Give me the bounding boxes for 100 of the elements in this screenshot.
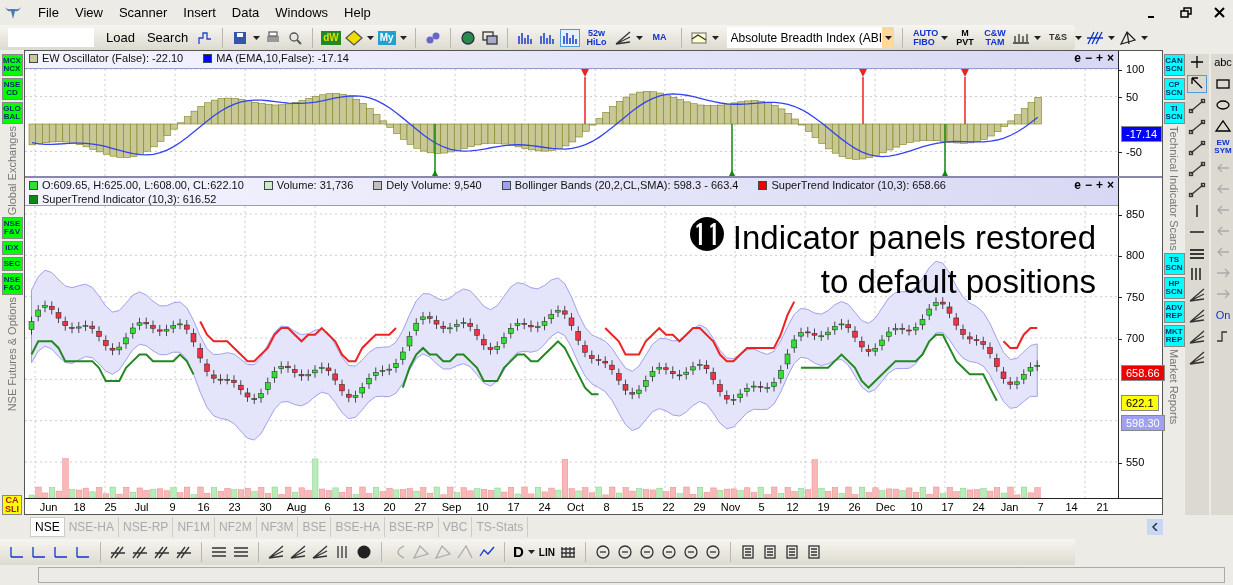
tool-button[interactable]: T&S <box>1045 33 1071 42</box>
panel-control[interactable]: e <box>1074 178 1081 192</box>
menu-item[interactable]: Insert <box>183 2 216 23</box>
text-tool-button[interactable]: abc <box>1214 54 1232 71</box>
panel-control[interactable]: − <box>1084 51 1092 65</box>
tab[interactable]: NSE <box>30 517 65 537</box>
measure-icon[interactable] <box>8 544 26 560</box>
fan-lines-icon[interactable] <box>1188 350 1206 366</box>
dropdown-caret-icon[interactable] <box>399 35 407 40</box>
measure-icon[interactable] <box>52 544 70 560</box>
panel-button[interactable]: TI SCN <box>1163 102 1185 124</box>
date-label: 10 <box>475 500 490 515</box>
tool-button[interactable]: EW SYM <box>1214 138 1232 155</box>
date-label: 17 <box>506 500 521 515</box>
windows-icon[interactable] <box>480 29 499 46</box>
pitchfork-icon[interactable] <box>153 544 171 560</box>
panel-button[interactable]: IDX <box>1 241 23 256</box>
vertical-label[interactable]: Technical Indicator Scans <box>1161 126 1187 251</box>
dropdown-caret-icon[interactable] <box>1141 35 1148 40</box>
panel-control[interactable]: − <box>1084 178 1092 192</box>
chart-overlay-icon[interactable] <box>689 29 708 46</box>
panel-control[interactable]: + <box>1095 178 1103 192</box>
panel-button[interactable]: MKT REP <box>1163 324 1185 347</box>
panel-control[interactable]: + <box>1095 51 1103 65</box>
date-label: 27 <box>413 500 428 515</box>
date-label: 20 <box>382 500 397 515</box>
zoom-out-icon[interactable] <box>659 544 678 560</box>
vertical-label[interactable]: NSE Futures & Options <box>0 297 25 412</box>
dropdown-caret-icon[interactable] <box>1075 35 1082 40</box>
date-label: 26 <box>847 500 862 515</box>
panel-button[interactable]: CA SLI <box>2 495 22 515</box>
shape-tool-icon[interactable] <box>1119 29 1137 46</box>
menu-item[interactable]: View <box>74 2 103 23</box>
panel-button[interactable]: GLO BAL <box>1 102 23 124</box>
grid-icon[interactable] <box>558 544 577 560</box>
tool-button[interactable]: MA <box>646 33 673 42</box>
vertical-label[interactable]: Global Exchanges <box>0 126 25 216</box>
lines-icon[interactable] <box>613 29 632 46</box>
line-tool-icon[interactable] <box>1188 98 1206 114</box>
crosshair-icon[interactable] <box>1188 54 1206 70</box>
panel-button[interactable]: HP SCN <box>1163 276 1185 299</box>
pitchfork-icon[interactable] <box>109 544 127 560</box>
axis-label: 50 <box>1119 90 1139 103</box>
panel-control[interactable]: × <box>1107 178 1114 192</box>
grid-lines-icon[interactable] <box>1086 29 1104 46</box>
menu-item[interactable]: Help <box>344 2 371 23</box>
panel-button[interactable]: CAN SCN <box>1163 54 1185 76</box>
panel-button[interactable]: ADV REP <box>1163 300 1185 323</box>
measure-icon[interactable] <box>30 544 48 560</box>
tool-button[interactable]: C&W TAM <box>982 28 1008 47</box>
line-tool-icon[interactable] <box>1188 119 1206 135</box>
dropdown-caret-icon[interactable] <box>941 35 948 40</box>
panel-button[interactable]: NSE F&O <box>1 273 23 296</box>
line-tool-icon[interactable] <box>1188 140 1206 156</box>
indicator-select[interactable]: Absolute Breadth Index (ABI <box>726 27 894 48</box>
panel-button[interactable]: NSE F&V <box>1 217 23 240</box>
fan-lines-icon[interactable] <box>289 544 307 560</box>
menu-item[interactable]: Data <box>231 2 260 23</box>
scroll-left-button[interactable] <box>1147 519 1163 535</box>
pitchfork-icon[interactable] <box>175 544 193 560</box>
search-button[interactable]: Search <box>142 27 193 48</box>
dropdown-caret-icon[interactable] <box>884 35 892 40</box>
panel-control[interactable]: e <box>1074 51 1081 65</box>
tool-button[interactable]: M PVT <box>952 28 978 47</box>
restore-icon[interactable] <box>1177 4 1195 21</box>
dropdown-caret-icon[interactable] <box>527 550 535 554</box>
menu-item[interactable]: File <box>38 2 59 23</box>
date-label: 7 <box>1036 500 1045 515</box>
fan-lines-icon[interactable] <box>1188 329 1206 345</box>
measure-icon[interactable] <box>74 544 92 560</box>
fan-lines-icon[interactable] <box>267 544 285 560</box>
tool-button[interactable]: 52w HiLo <box>583 28 610 47</box>
dropdown-caret-icon[interactable] <box>1034 35 1041 40</box>
panel-button[interactable]: NSE CD <box>1 78 23 100</box>
diamond-icon[interactable] <box>344 29 363 46</box>
globe-icon[interactable] <box>458 29 477 46</box>
pitchfork-icon[interactable] <box>131 544 149 560</box>
panel-button[interactable]: MCX NCX <box>1 54 23 76</box>
tool-button[interactable]: D <box>513 540 524 564</box>
panel-button[interactable]: CP SCN <box>1163 78 1185 100</box>
dropdown-caret-icon[interactable] <box>711 35 719 40</box>
menu-item[interactable]: Windows <box>275 2 329 23</box>
dropdown-caret-icon[interactable] <box>253 35 261 40</box>
chevron-left-icon[interactable] <box>1152 523 1158 531</box>
panel-button[interactable]: SEC <box>1 257 23 272</box>
tool-button[interactable]: On <box>1215 306 1231 323</box>
menu-item[interactable]: Scanner <box>118 2 168 23</box>
dropdown-caret-icon[interactable] <box>635 35 643 40</box>
fan-lines-icon[interactable] <box>1188 287 1206 303</box>
dropdown-caret-icon[interactable] <box>1108 35 1115 40</box>
panel-button[interactable]: TS SCN <box>1163 252 1185 275</box>
tool-button[interactable]: LIN <box>538 544 555 560</box>
symbol-input[interactable] <box>8 28 94 47</box>
fan-lines-icon[interactable] <box>311 544 329 560</box>
dropdown-caret-icon[interactable] <box>366 35 374 40</box>
tool-button[interactable]: AUTO FIBO <box>911 28 937 47</box>
date-label: 6 <box>323 500 332 515</box>
value-badge: 658.66 <box>1121 365 1165 382</box>
panel-control[interactable]: × <box>1107 51 1114 65</box>
load-button[interactable]: Load <box>102 27 139 48</box>
